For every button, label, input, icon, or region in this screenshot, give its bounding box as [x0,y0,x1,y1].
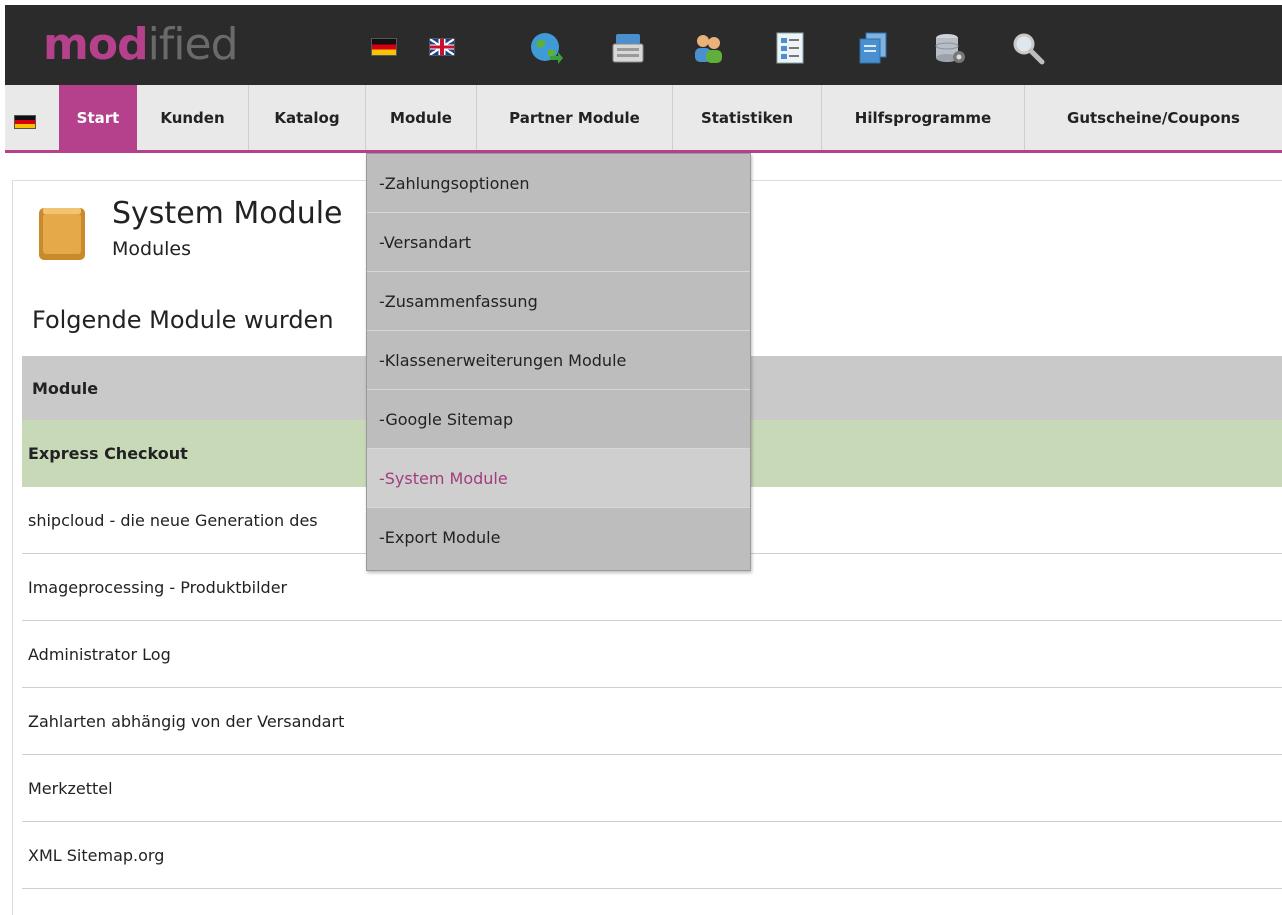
module-dropdown-menu: -Zahlungsoptionen -Versandart -Zusammenf… [366,153,751,571]
documents-icon[interactable] [853,29,891,67]
logo-text-ified: ified [147,19,239,70]
nav-item-katalog[interactable]: Katalog [249,85,366,150]
table-row[interactable]: Merkzettel [22,755,1282,822]
menu-item-klassenerweiterungen[interactable]: -Klassenerweiterungen Module [367,331,750,390]
menu-item-zahlungsoptionen[interactable]: -Zahlungsoptionen [367,154,750,213]
page-title: System Module [112,196,343,231]
logo-text-mod: mod [43,19,149,70]
nav-item-partner-module[interactable]: Partner Module [477,85,673,150]
nav-item-module[interactable]: Module [366,85,477,150]
database-settings-icon[interactable] [931,29,969,67]
globe-icon[interactable] [527,29,565,67]
form-icon[interactable] [771,29,809,67]
search-icon[interactable] [1009,29,1047,67]
table-row[interactable]: Administrator Log [22,621,1282,688]
top-bar: modified [5,5,1282,85]
main-navigation: Start Kunden Katalog Module Partner Modu… [5,85,1282,153]
table-row[interactable]: Zahlarten abhängig von der Versandart [22,688,1282,755]
uk-flag-icon[interactable] [429,38,455,56]
menu-item-zusammenfassung[interactable]: -Zusammenfassung [367,272,750,331]
module-box-icon [38,204,86,262]
nav-item-start[interactable]: Start [59,85,137,150]
page-subtitle: Modules [112,238,191,260]
table-row[interactable]: XML Sitemap.org [22,822,1282,889]
nav-item-gutscheine-coupons[interactable]: Gutscheine/Coupons [1025,85,1282,150]
german-flag-icon[interactable] [371,38,397,56]
menu-item-system-module[interactable]: -System Module [367,449,750,508]
users-icon[interactable] [689,29,727,67]
nav-item-statistiken[interactable]: Statistiken [673,85,822,150]
modified-logo[interactable]: modified [43,17,239,73]
menu-item-export-module[interactable]: -Export Module [367,508,750,567]
nav-item-kunden[interactable]: Kunden [137,85,249,150]
menu-item-google-sitemap[interactable]: -Google Sitemap [367,390,750,449]
menu-item-versandart[interactable]: -Versandart [367,213,750,272]
cash-register-icon[interactable] [609,29,647,67]
german-flag-icon[interactable] [14,115,36,129]
notice-text: Folgende Module wurden [32,306,334,334]
nav-item-hilfsprogramme[interactable]: Hilfsprogramme [822,85,1025,150]
